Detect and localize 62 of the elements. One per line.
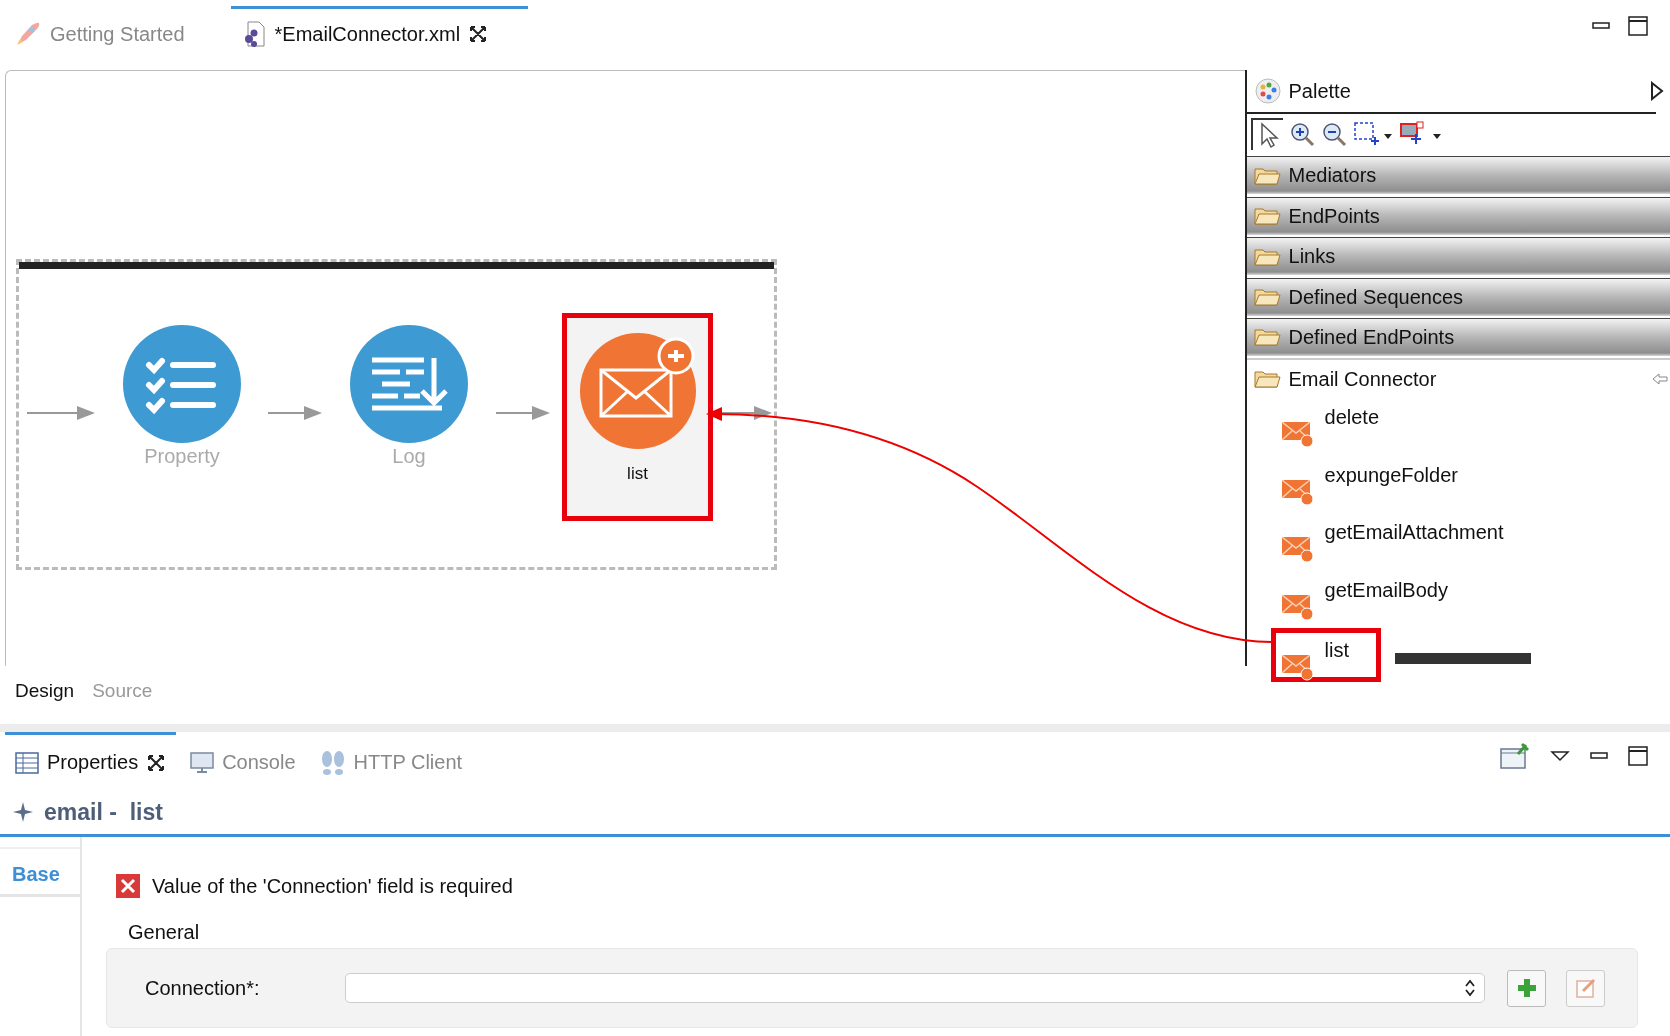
palette-item[interactable]: list xyxy=(1270,628,1381,683)
select-tool-icon[interactable] xyxy=(1250,118,1283,150)
properties-title: email - list xyxy=(44,798,163,826)
flow-arrow xyxy=(496,406,550,420)
collapse-icon[interactable] xyxy=(1650,81,1664,101)
log-icon xyxy=(350,325,468,443)
palette-item[interactable]: getEmailBody xyxy=(1246,570,1670,629)
flow-arrow xyxy=(27,406,95,420)
node-label: Log xyxy=(392,445,426,468)
plus-icon xyxy=(1515,977,1538,999)
maximize-icon[interactable] xyxy=(1628,16,1648,36)
rocket-icon xyxy=(14,20,42,48)
editor-tab[interactable]: Getting Started xyxy=(4,6,195,59)
folder-icon xyxy=(1252,205,1281,228)
node-label: list xyxy=(627,464,648,484)
view-menu-icon[interactable] xyxy=(1550,750,1570,762)
tab-label: Getting Started xyxy=(50,22,185,46)
palette-title: Palette xyxy=(1288,79,1351,103)
palette-icon xyxy=(1254,78,1281,104)
pin-view-icon[interactable] xyxy=(1500,742,1530,770)
close-icon[interactable] xyxy=(468,24,489,44)
zoom-out-icon[interactable] xyxy=(1320,121,1347,147)
palette-drawer[interactable]: Mediators xyxy=(1246,156,1670,195)
section-title: General xyxy=(128,921,201,944)
editor-tab[interactable]: *EmailConnector.xml xyxy=(230,6,529,59)
palette-drawer[interactable]: EndPoints xyxy=(1246,196,1670,235)
error-message: Value of the 'Connection' field is required xyxy=(152,874,513,898)
envelope-icon xyxy=(578,332,697,450)
node-label: Property xyxy=(144,445,220,468)
table-icon xyxy=(15,751,39,774)
zoom-in-icon[interactable] xyxy=(1288,121,1315,147)
tab-label: *EmailConnector.xml xyxy=(274,22,461,46)
close-icon[interactable] xyxy=(146,752,167,773)
updown-icon xyxy=(1464,978,1476,998)
palette-item[interactable]: expungeFolder xyxy=(1246,455,1670,514)
maximize-icon[interactable] xyxy=(1628,746,1648,766)
sparkle-icon xyxy=(12,801,34,823)
view-tab[interactable]: Console xyxy=(180,732,306,790)
palette-drawer[interactable]: Defined EndPoints xyxy=(1246,317,1670,356)
field-label: Connection*: xyxy=(145,976,261,1000)
edit-icon xyxy=(1574,977,1597,999)
view-tab[interactable]: HTTP Client xyxy=(309,732,473,790)
palette-drawer[interactable]: Defined Sequences xyxy=(1246,277,1670,316)
flow-arrow xyxy=(268,406,322,420)
marquee-icon[interactable] xyxy=(1352,121,1393,147)
view-tab[interactable]: Properties xyxy=(5,732,177,790)
error-icon xyxy=(116,874,140,898)
palette-item[interactable]: delete xyxy=(1246,398,1670,456)
minimize-icon[interactable] xyxy=(1592,21,1610,31)
minimize-icon[interactable] xyxy=(1590,751,1608,761)
editor-mode-tab[interactable]: Design xyxy=(15,680,75,702)
scroll-thumb[interactable] xyxy=(1394,653,1531,664)
folder-icon xyxy=(1252,368,1281,391)
folder-icon xyxy=(1252,326,1281,349)
palette-item[interactable]: getEmailAttachment xyxy=(1246,513,1670,571)
palette-drawer[interactable]: Links xyxy=(1246,237,1670,276)
mediator-node[interactable]: list xyxy=(562,313,713,521)
checklist-icon xyxy=(123,325,241,443)
footprints-icon xyxy=(319,749,346,776)
add-button[interactable] xyxy=(1507,969,1546,1007)
folder-icon xyxy=(1252,286,1281,309)
monitor-icon xyxy=(190,751,215,774)
